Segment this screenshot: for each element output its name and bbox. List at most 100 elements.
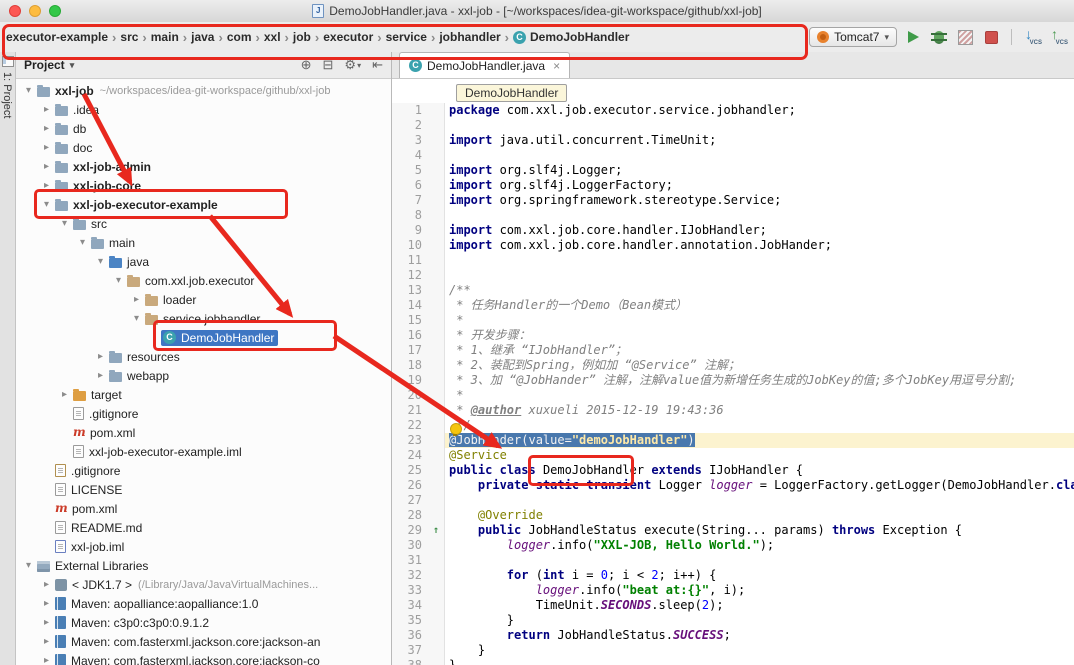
code-line-14[interactable]: 14 * 任务Handler的一个Demo（Bean模式）: [392, 298, 1074, 313]
collapse-arrow-icon[interactable]: ▸: [40, 579, 53, 590]
code-line-35[interactable]: 35 }: [392, 613, 1074, 628]
tree-item-src[interactable]: ▾src: [16, 214, 391, 233]
tree-item--jdk1.7-[interactable]: ▸< JDK1.7 >(/Library/Java/JavaVirtualMac…: [16, 575, 391, 594]
tree-item-doc[interactable]: ▸doc: [16, 138, 391, 157]
override-marker-icon[interactable]: ↑: [428, 523, 445, 538]
expand-arrow-icon[interactable]: ▾: [40, 199, 53, 210]
code-line-6[interactable]: 6import org.slf4j.LoggerFactory;: [392, 178, 1074, 193]
tree-item-xxl-job[interactable]: ▾xxl-job~/workspaces/idea-git-workspace/…: [16, 81, 391, 100]
tree-item-.gitignore[interactable]: .gitignore: [16, 461, 391, 480]
window-minimize-button[interactable]: [29, 5, 41, 17]
code-line-16[interactable]: 16 * 开发步骤：: [392, 328, 1074, 343]
tree-item-target[interactable]: ▸target: [16, 385, 391, 404]
tree-item-demojobhandler[interactable]: CDemoJobHandler: [16, 328, 391, 347]
tree-item-xxl-job-core[interactable]: ▸xxl-job-core: [16, 176, 391, 195]
collapse-arrow-icon[interactable]: ▸: [40, 142, 53, 153]
code-line-1[interactable]: 1package com.xxl.job.executor.service.jo…: [392, 103, 1074, 118]
breadcrumb-item-com[interactable]: com: [225, 28, 254, 46]
tree-item-service.jobhandler[interactable]: ▾service.jobhandler: [16, 309, 391, 328]
code-line-36[interactable]: 36 return JobHandleStatus.SUCCESS;: [392, 628, 1074, 643]
collapse-arrow-icon[interactable]: ▸: [40, 636, 53, 647]
collapse-arrow-icon[interactable]: ▸: [40, 104, 53, 115]
tree-item-license[interactable]: LICENSE: [16, 480, 391, 499]
tree-item-maven-com.fasterxml.jackson.core-jackson-co[interactable]: ▸Maven: com.fasterxml.jackson.core:jacks…: [16, 651, 391, 665]
code-line-19[interactable]: 19 * 3、加 “@JobHander” 注解，注解value值为新增任务生成…: [392, 373, 1074, 388]
code-line-22[interactable]: 22 */: [392, 418, 1074, 433]
tree-item-pom.xml[interactable]: mpom.xml: [16, 423, 391, 442]
tree-item-xxl-job.iml[interactable]: xxl-job.iml: [16, 537, 391, 556]
collapse-arrow-icon[interactable]: ▸: [130, 294, 143, 305]
window-close-button[interactable]: [9, 5, 21, 17]
code-line-2[interactable]: 2: [392, 118, 1074, 133]
collapse-arrow-icon[interactable]: ▸: [40, 655, 53, 665]
hide-panel-button[interactable]: ⇤: [372, 57, 383, 73]
collapse-arrow-icon[interactable]: ▸: [40, 123, 53, 134]
tree-item-resources[interactable]: ▸resources: [16, 347, 391, 366]
locate-file-button[interactable]: ⊕: [301, 57, 312, 73]
code-line-5[interactable]: 5import org.slf4j.Logger;: [392, 163, 1074, 178]
expand-arrow-icon[interactable]: ▾: [76, 237, 89, 248]
tree-item-pom.xml[interactable]: mpom.xml: [16, 499, 391, 518]
breadcrumb-item-executor-example[interactable]: executor-example: [4, 28, 110, 46]
collapse-arrow-icon[interactable]: ▸: [40, 598, 53, 609]
expand-arrow-icon[interactable]: ▾: [112, 275, 125, 286]
tool-window-icon[interactable]: [2, 56, 14, 67]
tree-item-maven-com.fasterxml.jackson.core-jackson-an[interactable]: ▸Maven: com.fasterxml.jackson.core:jacks…: [16, 632, 391, 651]
run-configuration-select[interactable]: Tomcat7 ▾: [809, 27, 897, 47]
code-line-29[interactable]: 29↑ public JobHandleStatus execute(Strin…: [392, 523, 1074, 538]
stop-button[interactable]: [981, 27, 1001, 47]
tree-item-db[interactable]: ▸db: [16, 119, 391, 138]
code-line-32[interactable]: 32 for (int i = 0; i < 2; i++) {: [392, 568, 1074, 583]
project-tool-window-button[interactable]: 1: Project: [1, 72, 13, 118]
expand-arrow-icon[interactable]: ▾: [22, 560, 35, 571]
breadcrumb-item-xxl[interactable]: xxl: [262, 28, 283, 46]
collapse-arrow-icon[interactable]: ▸: [94, 370, 107, 381]
tree-item-loader[interactable]: ▸loader: [16, 290, 391, 309]
code-line-4[interactable]: 4: [392, 148, 1074, 163]
tree-item-java[interactable]: ▾java: [16, 252, 391, 271]
code-line-27[interactable]: 27: [392, 493, 1074, 508]
code-line-33[interactable]: 33 logger.info("beat at:{}", i);: [392, 583, 1074, 598]
tree-item-readme.md[interactable]: README.md: [16, 518, 391, 537]
close-icon[interactable]: ×: [553, 60, 560, 72]
window-zoom-button[interactable]: [49, 5, 61, 17]
code-line-10[interactable]: 10import com.xxl.job.core.handler.annota…: [392, 238, 1074, 253]
tree-item-.gitignore[interactable]: .gitignore: [16, 404, 391, 423]
tree-item-.idea[interactable]: ▸.idea: [16, 100, 391, 119]
code-line-23[interactable]: 23@JobHander(value="demoJobHandler"): [392, 433, 1074, 448]
vcs-commit-button[interactable]: ↑ VCS: [1048, 27, 1068, 47]
breadcrumb-item-demojobhandler[interactable]: CDemoJobHandler: [511, 28, 631, 46]
editor-breadcrumb-chip[interactable]: DemoJobHandler: [456, 84, 567, 102]
breadcrumb-item-java[interactable]: java: [189, 28, 216, 46]
tree-item-xxl-job-executor-example[interactable]: ▾xxl-job-executor-example: [16, 195, 391, 214]
code-line-25[interactable]: 25public class DemoJobHandler extends IJ…: [392, 463, 1074, 478]
code-line-8[interactable]: 8: [392, 208, 1074, 223]
code-line-38[interactable]: 38}: [392, 658, 1074, 665]
code-line-26[interactable]: 26 private static transient Logger logge…: [392, 478, 1074, 493]
code-line-7[interactable]: 7import org.springframework.stereotype.S…: [392, 193, 1074, 208]
tree-item-main[interactable]: ▾main: [16, 233, 391, 252]
debug-button[interactable]: [929, 27, 949, 47]
tree-item-webapp[interactable]: ▸webapp: [16, 366, 391, 385]
code-line-3[interactable]: 3import java.util.concurrent.TimeUnit;: [392, 133, 1074, 148]
tree-item-maven-aopalliance-aopalliance-1.0[interactable]: ▸Maven: aopalliance:aopalliance:1.0: [16, 594, 391, 613]
breadcrumb-item-service[interactable]: service: [384, 28, 429, 46]
intention-bulb-icon[interactable]: [450, 423, 462, 435]
coverage-button[interactable]: [955, 27, 975, 47]
code-line-37[interactable]: 37 }: [392, 643, 1074, 658]
code-line-31[interactable]: 31: [392, 553, 1074, 568]
code-line-12[interactable]: 12: [392, 268, 1074, 283]
panel-settings-button[interactable]: ⚙ ▾: [344, 57, 361, 73]
code-line-34[interactable]: 34 TimeUnit.SECONDS.sleep(2);: [392, 598, 1074, 613]
code-line-18[interactable]: 18 * 2、装配到Spring，例如加 “@Service” 注解；: [392, 358, 1074, 373]
code-line-30[interactable]: 30 logger.info("XXL-JOB, Hello World.");: [392, 538, 1074, 553]
expand-arrow-icon[interactable]: ▾: [94, 256, 107, 267]
code-line-11[interactable]: 11: [392, 253, 1074, 268]
expand-arrow-icon[interactable]: ▾: [130, 313, 143, 324]
collapse-arrow-icon[interactable]: ▸: [58, 389, 71, 400]
code-line-24[interactable]: 24@Service: [392, 448, 1074, 463]
editor-tab-demojobhandler[interactable]: C DemoJobHandler.java ×: [399, 52, 570, 78]
expand-arrow-icon[interactable]: ▾: [58, 218, 71, 229]
breadcrumb-item-executor[interactable]: executor: [321, 28, 375, 46]
code-line-20[interactable]: 20 *: [392, 388, 1074, 403]
